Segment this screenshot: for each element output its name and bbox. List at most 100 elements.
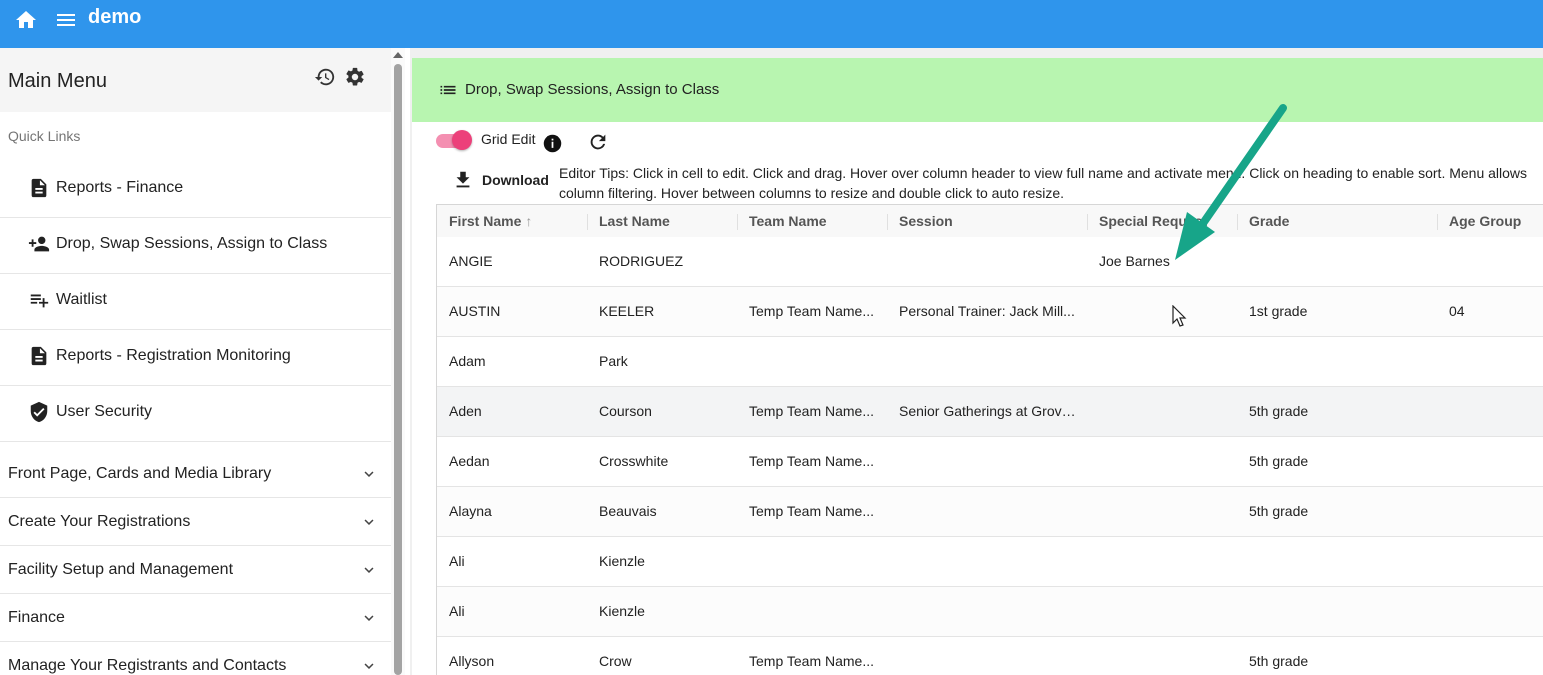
table-row[interactable]: Adam Park: [437, 337, 1543, 387]
column-header-session[interactable]: Session: [899, 213, 953, 229]
table-row[interactable]: Aedan Crosswhite Temp Team Name... 5th grad…: [437, 437, 1543, 487]
column-resize-handle[interactable]: [587, 214, 588, 230]
sidebar-item-drop-swap[interactable]: Drop, Swap Sessions, Assign to Class: [0, 217, 391, 274]
section-label: Create Your Registrations: [8, 513, 191, 530]
main-content: Drop, Swap Sessions, Assign to Class Gri…: [410, 48, 1543, 675]
column-resize-handle[interactable]: [737, 214, 738, 230]
cell-grade[interactable]: 5th grade: [1249, 453, 1429, 469]
list-icon: [440, 85, 456, 95]
sidebar-section-facility[interactable]: Facility Setup and Management: [0, 545, 391, 594]
column-header-last-name[interactable]: Last Name: [599, 213, 670, 229]
cell-first-name[interactable]: ANGIE: [449, 253, 584, 269]
table-row[interactable]: ANGIE RODRIGUEZ Joe Barnes: [437, 237, 1543, 287]
cell-team-name[interactable]: Temp Team Name...: [749, 303, 877, 319]
cell-first-name[interactable]: Ali: [449, 553, 584, 569]
data-grid: First Name ↑ Last Name Team Name Session …: [436, 204, 1543, 675]
cell-grade[interactable]: 5th grade: [1249, 503, 1429, 519]
cell-team-name[interactable]: Temp Team Name...: [749, 453, 877, 469]
column-header-team-name[interactable]: Team Name: [749, 213, 827, 229]
sidebar-scrollbar[interactable]: [391, 48, 405, 675]
document-icon: [31, 178, 47, 198]
cell-last-name[interactable]: KEELER: [599, 303, 734, 319]
cell-session[interactable]: Senior Gatherings at Grove...: [899, 403, 1079, 419]
chevron-down-icon: [364, 663, 374, 669]
cell-grade[interactable]: 5th grade: [1249, 403, 1429, 419]
page-title: Drop, Swap Sessions, Assign to Class: [465, 81, 720, 98]
section-label: Finance: [8, 609, 65, 626]
cell-team-name[interactable]: Temp Team Name...: [749, 653, 877, 669]
sidebar-item-reports-registration[interactable]: Reports - Registration Monitoring: [0, 329, 391, 386]
sidebar-item-label: Drop, Swap Sessions, Assign to Class: [56, 235, 328, 252]
playlist-add-icon: [30, 294, 49, 308]
column-header-label: First Name: [449, 213, 522, 229]
column-header-first-name[interactable]: First Name ↑: [449, 213, 532, 229]
column-resize-handle[interactable]: [1087, 214, 1088, 230]
cell-team-name[interactable]: Temp Team Name...: [749, 403, 877, 419]
info-icon[interactable]: [542, 133, 563, 154]
sidebar-item-label: Reports - Registration Monitoring: [56, 347, 291, 364]
mouse-cursor-icon: [1172, 305, 1187, 327]
cell-grade[interactable]: 5th grade: [1249, 653, 1429, 669]
cell-last-name[interactable]: Courson: [599, 403, 734, 419]
app-title: demo: [88, 6, 142, 28]
grid-header: First Name ↑ Last Name Team Name Session …: [437, 204, 1543, 238]
cell-session[interactable]: Personal Trainer: Jack Mill...: [899, 303, 1079, 319]
download-label: Download: [482, 172, 549, 188]
cell-first-name[interactable]: Adam: [449, 353, 584, 369]
cell-last-name[interactable]: Kienzle: [599, 603, 734, 619]
grid-edit-toggle[interactable]: [436, 130, 472, 150]
menu-icon[interactable]: [54, 8, 78, 32]
cell-first-name[interactable]: Alayna: [449, 503, 584, 519]
cell-team-name[interactable]: Temp Team Name...: [749, 503, 877, 519]
sidebar-item-user-security[interactable]: User Security: [0, 385, 391, 442]
page-banner: Drop, Swap Sessions, Assign to Class: [412, 58, 1543, 122]
cell-last-name[interactable]: Crosswhite: [599, 453, 734, 469]
section-label: Facility Setup and Management: [8, 561, 234, 578]
editor-tips: Editor Tips: Click in cell to edit. Clic…: [559, 165, 1528, 201]
person-add-icon: [28, 236, 50, 252]
sidebar-section-create-registrations[interactable]: Create Your Registrations: [0, 497, 391, 546]
cell-first-name[interactable]: Aedan: [449, 453, 584, 469]
cell-first-name[interactable]: Allyson: [449, 653, 584, 669]
cell-last-name[interactable]: Park: [599, 353, 734, 369]
scroll-up-arrow[interactable]: [393, 52, 403, 58]
download-icon: [456, 171, 470, 188]
cell-first-name[interactable]: Ali: [449, 603, 584, 619]
cell-age-group[interactable]: 04: [1449, 303, 1539, 319]
column-resize-handle[interactable]: [1437, 214, 1438, 230]
sidebar-item-label: User Security: [56, 403, 153, 420]
cell-first-name[interactable]: AUSTIN: [449, 303, 584, 319]
history-icon[interactable]: [314, 66, 336, 88]
grid-edit-label: Grid Edit: [481, 131, 536, 147]
sidebar-item-reports-finance[interactable]: Reports - Finance: [0, 161, 391, 218]
home-icon[interactable]: [14, 8, 38, 32]
table-row[interactable]: Ali Kienzle: [437, 537, 1543, 587]
cell-last-name[interactable]: Crow: [599, 653, 734, 669]
toggle-knob: [452, 130, 472, 150]
sidebar-item-waitlist[interactable]: Waitlist: [0, 273, 391, 330]
cell-last-name[interactable]: Kienzle: [599, 553, 734, 569]
table-row[interactable]: AUSTIN KEELER Temp Team Name... Personal Tr…: [437, 287, 1543, 337]
annotation-arrow-icon: [1175, 104, 1287, 260]
column-header-age-group[interactable]: Age Group: [1449, 213, 1521, 229]
scrollbar-thumb[interactable]: [394, 64, 402, 675]
table-row[interactable]: Alayna Beauvais Temp Team Name... 5th grade: [437, 487, 1543, 537]
table-row[interactable]: Ali Kienzle: [437, 587, 1543, 637]
table-row[interactable]: Allyson Crow Temp Team Name... 5th grade: [437, 637, 1543, 675]
cell-first-name[interactable]: Aden: [449, 403, 584, 419]
section-label: Front Page, Cards and Media Library: [8, 465, 272, 482]
table-row[interactable]: Aden Courson Temp Team Name... Senior Gathe…: [437, 387, 1543, 437]
column-resize-handle[interactable]: [887, 214, 888, 230]
refresh-icon[interactable]: [587, 131, 609, 153]
gear-icon[interactable]: [344, 66, 366, 88]
sidebar-section-finance[interactable]: Finance: [0, 593, 391, 642]
app-bar: demo: [0, 0, 1543, 48]
sort-ascending-icon: ↑: [525, 213, 533, 229]
cell-last-name[interactable]: Beauvais: [599, 503, 734, 519]
cell-last-name[interactable]: RODRIGUEZ: [599, 253, 734, 269]
cell-grade[interactable]: 1st grade: [1249, 303, 1429, 319]
sidebar-section-front-page[interactable]: Front Page, Cards and Media Library: [0, 449, 391, 498]
sidebar: Main Menu Quick Links Reports - Finance …: [0, 48, 391, 675]
sidebar-section-registrants[interactable]: Manage Your Registrants and Contacts: [0, 641, 391, 675]
sidebar-item-label: Reports - Finance: [56, 179, 184, 196]
